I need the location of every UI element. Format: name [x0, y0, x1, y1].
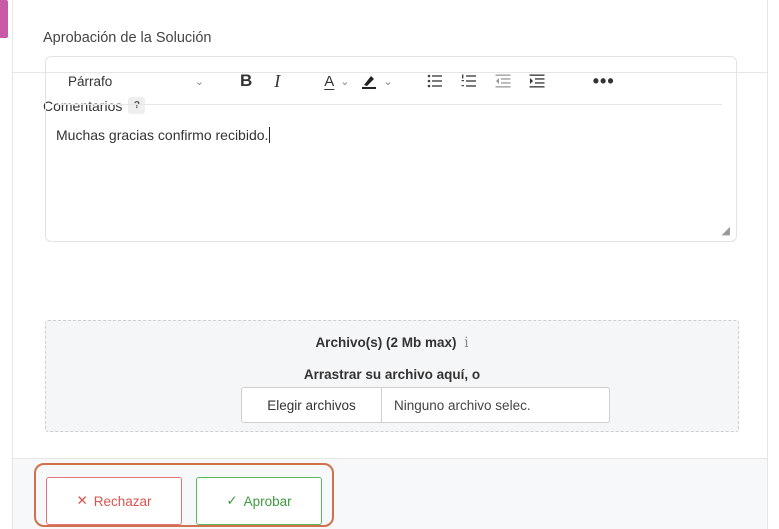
paragraph-format-select[interactable]: Párrafo ⌄ — [68, 74, 218, 89]
font-color-button[interactable]: A — [324, 73, 334, 90]
accent-tab — [0, 0, 8, 38]
italic-button[interactable]: I — [274, 71, 280, 92]
drag-instructions: Arrastrar su archivo aquí, o — [303, 367, 481, 382]
comment-text: Muchas gracias confirmo recibido. — [56, 127, 269, 143]
reject-button[interactable]: ✕ Rechazar — [46, 477, 182, 525]
more-options-button[interactable]: ••• — [593, 71, 615, 92]
upload-title-row: Archivo(s) (2 Mb max) i — [46, 335, 738, 351]
indent-icon[interactable] — [529, 74, 545, 88]
file-status: Ninguno archivo selec. — [394, 397, 531, 413]
outdent-icon[interactable] — [495, 74, 511, 88]
chevron-down-icon: ⌄ — [194, 75, 204, 88]
editor-content[interactable]: Muchas gracias confirmo recibido. — [46, 105, 736, 143]
text-caret — [269, 127, 271, 143]
numbered-list-icon[interactable] — [461, 74, 477, 88]
check-icon: ✓ — [226, 493, 238, 508]
info-icon[interactable]: i — [464, 335, 468, 351]
choose-files-button[interactable]: Elegir archivos — [242, 388, 382, 422]
highlight-button[interactable] — [360, 72, 378, 90]
file-dropzone[interactable]: Archivo(s) (2 Mb max) i Arrastrar su arc… — [45, 320, 739, 432]
reject-label: Rechazar — [93, 493, 152, 509]
highlighter-icon — [361, 76, 376, 89]
approve-button[interactable]: ✓ Aprobar — [196, 477, 322, 525]
upload-title: Archivo(s) (2 Mb max) — [315, 335, 457, 350]
approval-card: Aprobación de la Solución Comentarios ? … — [12, 0, 768, 529]
card-title: Aprobación de la Solución — [43, 30, 212, 46]
rich-text-editor: Párrafo ⌄ B I A ⌄ ⌄ ••• Muchas gracias c… — [45, 56, 737, 242]
file-input[interactable]: Elegir archivos Ninguno archivo selec. — [241, 387, 610, 423]
approve-label: Aprobar — [243, 493, 292, 509]
close-icon: ✕ — [76, 493, 88, 508]
bullet-list-icon[interactable] — [427, 74, 443, 88]
bold-button[interactable]: B — [240, 71, 252, 91]
editor-toolbar: Párrafo ⌄ B I A ⌄ ⌄ ••• — [46, 57, 736, 105]
paragraph-format-value: Párrafo — [68, 73, 113, 89]
card-footer: ✕ Rechazar ✓ Aprobar — [13, 458, 767, 529]
font-color-chevron-icon[interactable]: ⌄ — [340, 75, 349, 88]
resize-handle-icon[interactable]: ◢ — [722, 224, 730, 237]
highlight-chevron-icon[interactable]: ⌄ — [384, 75, 393, 88]
list-tools — [427, 74, 545, 88]
